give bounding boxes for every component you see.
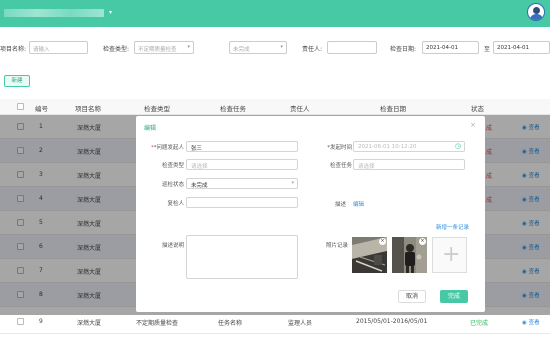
row-status: 已完成 (470, 320, 489, 327)
check-task-placeholder: 请选择 (358, 164, 375, 170)
check-type-label: 检查类型 (161, 163, 184, 169)
row-task: 任务名称 (218, 320, 243, 327)
close-icon[interactable]: × (470, 121, 476, 129)
avatar[interactable] (527, 3, 545, 21)
cancel-button[interactable]: 取消 (398, 290, 426, 303)
col-type: 检查类型 (144, 105, 170, 113)
modal-title: 编辑 (144, 125, 157, 132)
initiated-time-input[interactable]: 2021-06-01 10:12:20 ◷ (353, 141, 465, 152)
check-date-label: 检查日期: (390, 46, 417, 53)
add-record-link[interactable]: 新增一条记录 (436, 223, 469, 231)
col-task: 检查任务 (220, 105, 246, 113)
date-separator: 至 (484, 46, 491, 53)
chevron-down-icon: ▾ (280, 44, 283, 50)
rectify-status-value: 未完成 (191, 183, 208, 189)
reviewer-label: 复检人 (167, 201, 184, 207)
initiated-time-value: 2021-06-01 10:12:20 (358, 144, 417, 150)
select-all-checkbox[interactable] (17, 103, 24, 110)
check-type-label: 检查类型: (103, 46, 130, 53)
row-date: 2015/05/01-2016/05/01 (356, 318, 428, 325)
reviewer-input[interactable] (186, 197, 298, 208)
chevron-down-icon: ▾ (187, 44, 190, 50)
problem-initiator-label: **问题发起人 (150, 145, 184, 151)
photo-record-label: 照片记录 (325, 243, 348, 249)
row-project: 深燃大厦 (77, 320, 102, 327)
col-project: 项目名称 (75, 105, 101, 113)
rectify-status-label: 巡检状态 (161, 182, 184, 188)
col-owner: 责任人 (290, 105, 310, 113)
chevron-down-icon: ▾ (291, 180, 294, 186)
problem-initiator-input[interactable]: 张三 (186, 141, 298, 152)
owner-label: 责任人: (302, 46, 323, 53)
check-type-select[interactable]: 不定期质量检查 ▾ (134, 41, 194, 54)
row-checkbox[interactable] (17, 318, 24, 325)
view-label: 查看 (528, 320, 540, 326)
status-select-value: 未完成 (233, 47, 250, 53)
row-type: 不定期质量检查 (136, 320, 179, 327)
owner-input[interactable] (327, 41, 377, 54)
plus-icon: + (442, 242, 461, 267)
filter-bar: 项目名称: 请输入 检查类型: 不定期质量检查 ▾ 未完成 ▾ 责任人: 检查日… (0, 40, 550, 56)
check-type-select[interactable]: 请选择 (186, 159, 298, 170)
desc-note-label: 描述说明 (161, 243, 184, 249)
project-name-label: 项目名称: (0, 46, 27, 53)
check-task-select[interactable]: 请选择 (353, 159, 465, 170)
clock-icon: ◷ (454, 142, 461, 150)
app-title-blurred (4, 9, 104, 17)
avatar-body (530, 14, 543, 20)
col-no: 编号 (35, 105, 48, 113)
new-button[interactable]: 新建 (4, 75, 30, 87)
description-label: 描述 (334, 202, 346, 208)
col-date: 检查日期 (380, 105, 406, 113)
photo-thumbnail-1[interactable]: × (352, 237, 387, 273)
row-no: 9 (39, 318, 43, 325)
add-photo-button[interactable]: + (432, 237, 467, 273)
close-icon[interactable]: × (419, 238, 426, 245)
col-status: 状态 (471, 105, 484, 113)
top-bar: ▾ (0, 0, 550, 27)
avatar-head (533, 7, 540, 14)
status-select[interactable]: 未完成 ▾ (229, 41, 287, 54)
table-header: 编号 项目名称 检查类型 检查任务 责任人 检查日期 状态 (0, 99, 550, 115)
initiated-time-label: *发起时间 (327, 145, 352, 151)
row-owner: 监理人员 (288, 320, 313, 327)
check-task-label: 检查任务 (329, 163, 352, 169)
description-textarea[interactable] (186, 235, 298, 279)
close-icon[interactable]: × (379, 238, 386, 245)
photo-thumbnail-2[interactable]: × (392, 237, 427, 273)
date-from-input[interactable]: 2021-04-01 (422, 41, 479, 54)
edit-modal: 编辑 × **问题发起人 张三 *发起时间 2021-06-01 10:12:2… (136, 116, 485, 312)
date-to-input[interactable]: 2021-04-01 (493, 41, 550, 54)
chevron-down-icon[interactable]: ▾ (109, 9, 112, 16)
problem-initiator-label-text: *问题发起人 (153, 145, 184, 151)
project-name-input[interactable]: 请输入 (29, 41, 88, 54)
edit-link[interactable]: 编辑 (353, 200, 364, 208)
view-link[interactable]: ◉ 查看 (522, 318, 540, 326)
rectify-status-select[interactable]: 未完成 ▾ (186, 178, 298, 189)
check-type-placeholder: 请选择 (191, 164, 208, 170)
confirm-button[interactable]: 完成 (440, 290, 468, 303)
check-type-select-value: 不定期质量检查 (138, 47, 177, 53)
